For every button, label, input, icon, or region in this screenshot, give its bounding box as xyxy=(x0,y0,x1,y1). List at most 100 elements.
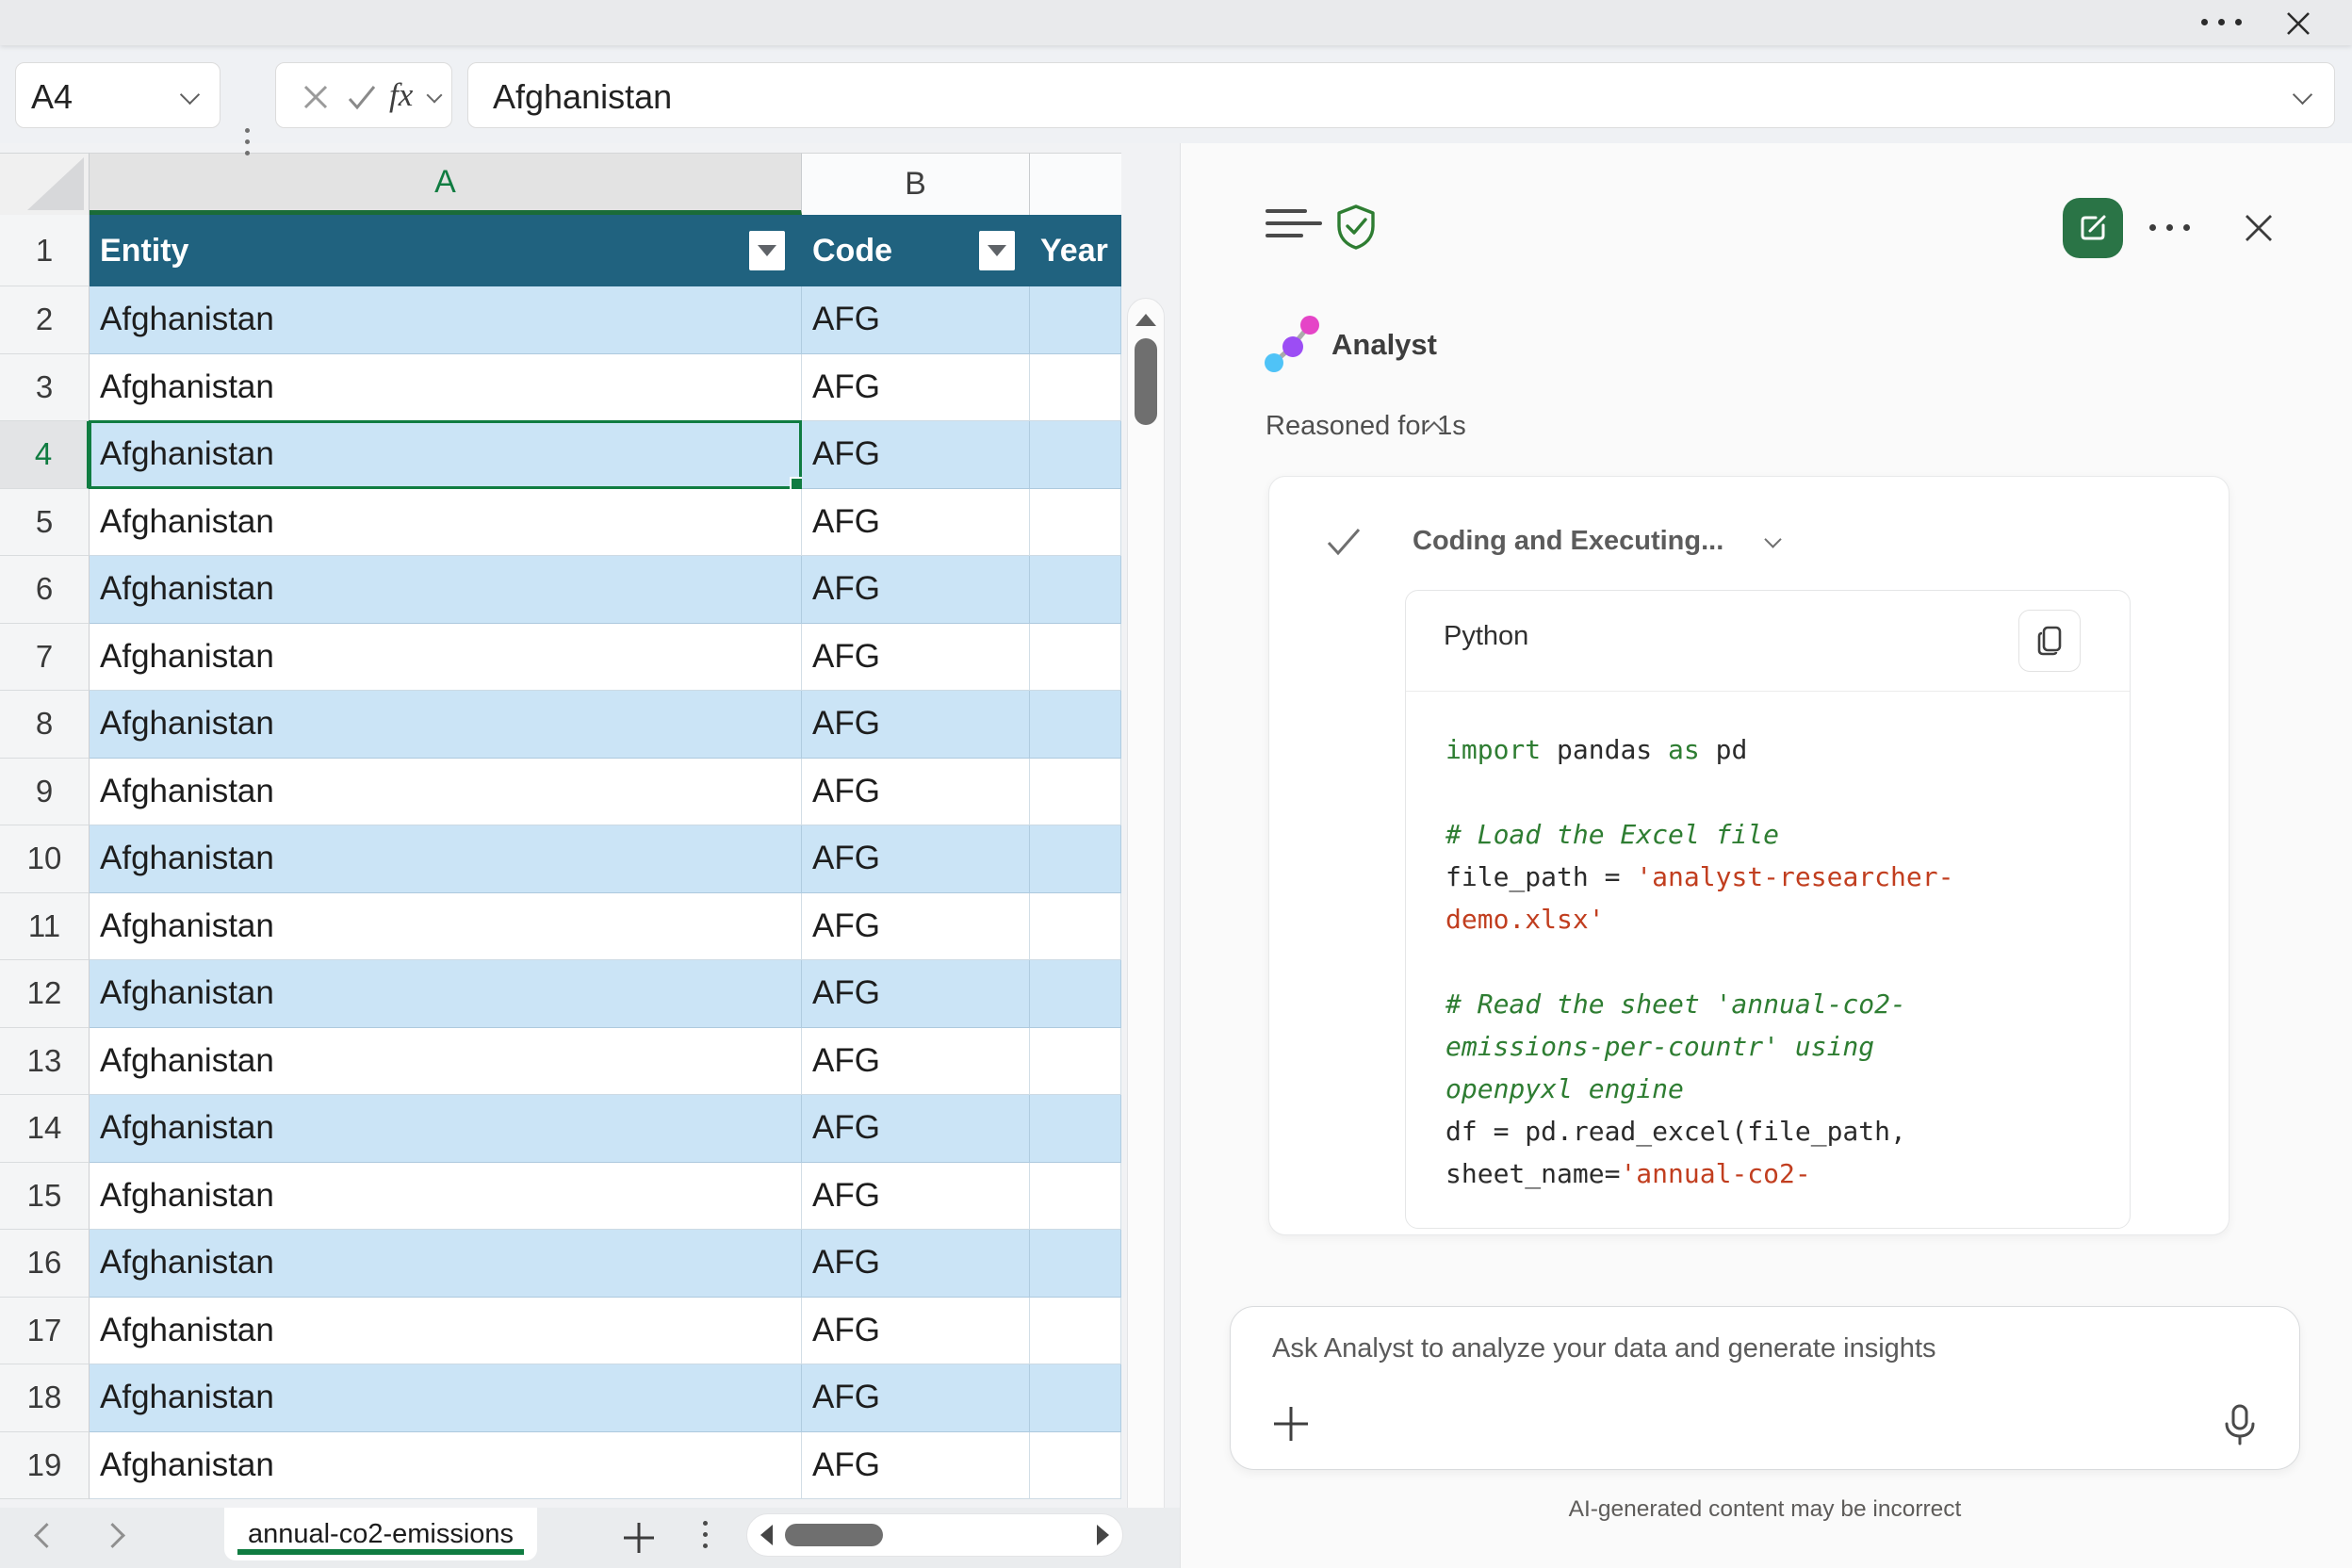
scroll-up-icon[interactable] xyxy=(1135,314,1156,326)
enter-check-icon[interactable] xyxy=(348,84,376,110)
row-header[interactable]: 1 xyxy=(0,215,90,286)
window-more-icon[interactable] xyxy=(2201,19,2242,25)
cell[interactable] xyxy=(1030,960,1121,1028)
panel-close-icon[interactable] xyxy=(2242,211,2276,245)
scroll-right-icon[interactable] xyxy=(1097,1525,1109,1545)
cell[interactable]: AFG xyxy=(802,1298,1030,1365)
formula-input[interactable]: Afghanistan xyxy=(467,62,2335,128)
row-header[interactable]: 17 xyxy=(0,1298,90,1365)
add-sheet-icon[interactable] xyxy=(620,1519,658,1557)
cell[interactable]: Afghanistan xyxy=(90,421,802,489)
cell[interactable]: Afghanistan xyxy=(90,1230,802,1298)
column-header-a[interactable]: A xyxy=(90,153,802,215)
copy-code-button[interactable] xyxy=(2018,610,2081,672)
formula-expand-chevron-icon[interactable] xyxy=(2293,85,2312,105)
cell[interactable]: AFG xyxy=(802,489,1030,557)
prev-sheet-chevron-icon[interactable] xyxy=(34,1523,59,1548)
filter-button[interactable] xyxy=(979,231,1015,270)
cell[interactable] xyxy=(1030,759,1121,826)
sheet-tab-active[interactable]: annual-co2-emissions xyxy=(224,1508,537,1560)
formula-bar-kebab-icon[interactable] xyxy=(245,128,250,155)
filter-button[interactable] xyxy=(749,231,785,270)
column-header-b[interactable]: B xyxy=(802,153,1030,215)
cell[interactable] xyxy=(1030,1163,1121,1231)
cell[interactable]: Afghanistan xyxy=(90,1298,802,1365)
header-cell-code[interactable]: Code xyxy=(802,215,1030,286)
cell[interactable]: Afghanistan xyxy=(90,556,802,624)
cell[interactable] xyxy=(1030,286,1121,354)
row-header[interactable]: 15 xyxy=(0,1163,90,1231)
row-header[interactable]: 10 xyxy=(0,825,90,893)
cell[interactable] xyxy=(1030,624,1121,692)
cell[interactable]: Afghanistan xyxy=(90,1095,802,1163)
cell[interactable]: Afghanistan xyxy=(90,825,802,893)
status-chevron-down-icon[interactable] xyxy=(1764,531,1781,547)
next-sheet-chevron-icon[interactable] xyxy=(100,1523,125,1548)
cell[interactable] xyxy=(1030,825,1121,893)
vertical-scrollbar[interactable] xyxy=(1127,298,1165,1508)
cell[interactable]: AFG xyxy=(802,1163,1030,1231)
cell[interactable] xyxy=(1030,1230,1121,1298)
cell[interactable]: AFG xyxy=(802,354,1030,422)
cell[interactable]: Afghanistan xyxy=(90,1432,802,1500)
row-header[interactable]: 8 xyxy=(0,691,90,759)
cell[interactable]: AFG xyxy=(802,691,1030,759)
column-header-c[interactable] xyxy=(1030,153,1121,215)
cell[interactable]: AFG xyxy=(802,1364,1030,1432)
row-header[interactable]: 2 xyxy=(0,286,90,354)
row-header[interactable]: 6 xyxy=(0,556,90,624)
row-header[interactable]: 19 xyxy=(0,1432,90,1500)
cell[interactable]: Afghanistan xyxy=(90,286,802,354)
sheet-options-kebab-icon[interactable] xyxy=(703,1521,708,1548)
cell[interactable]: Afghanistan xyxy=(90,1163,802,1231)
cell[interactable]: AFG xyxy=(802,556,1030,624)
scroll-left-icon[interactable] xyxy=(760,1525,773,1545)
cell[interactable]: Afghanistan xyxy=(90,1364,802,1432)
status-label[interactable]: Coding and Executing... xyxy=(1413,526,1723,557)
cell[interactable]: AFG xyxy=(802,825,1030,893)
new-chat-button[interactable] xyxy=(2063,198,2123,258)
cell[interactable]: Afghanistan xyxy=(90,489,802,557)
row-header[interactable]: 12 xyxy=(0,960,90,1028)
name-box-chevron-down-icon[interactable] xyxy=(180,85,200,105)
row-header[interactable]: 13 xyxy=(0,1028,90,1096)
fx-icon[interactable]: fx xyxy=(389,76,413,114)
mic-icon[interactable] xyxy=(2222,1403,2258,1446)
cell[interactable] xyxy=(1030,556,1121,624)
row-header[interactable]: 11 xyxy=(0,893,90,961)
cell[interactable]: AFG xyxy=(802,1230,1030,1298)
window-close-icon[interactable] xyxy=(2284,9,2312,38)
shield-check-icon[interactable] xyxy=(1335,204,1377,251)
cell[interactable] xyxy=(1030,1364,1121,1432)
cell[interactable]: AFG xyxy=(802,960,1030,1028)
chat-history-icon[interactable] xyxy=(1266,209,1322,246)
cell[interactable]: AFG xyxy=(802,893,1030,961)
cell[interactable] xyxy=(1030,691,1121,759)
panel-more-icon[interactable] xyxy=(2149,224,2190,231)
row-header[interactable]: 3 xyxy=(0,354,90,422)
header-cell-year[interactable]: Year xyxy=(1030,215,1121,286)
horizontal-scroll-thumb[interactable] xyxy=(785,1524,883,1546)
cell[interactable]: AFG xyxy=(802,1432,1030,1500)
cell[interactable]: Afghanistan xyxy=(90,691,802,759)
fx-chevron-down-icon[interactable] xyxy=(427,88,443,104)
cell[interactable] xyxy=(1030,421,1121,489)
attach-plus-icon[interactable] xyxy=(1270,1403,1312,1445)
cell[interactable] xyxy=(1030,354,1121,422)
cell[interactable] xyxy=(1030,489,1121,557)
row-header[interactable]: 9 xyxy=(0,759,90,826)
cell[interactable]: AFG xyxy=(802,1028,1030,1096)
cell[interactable]: Afghanistan xyxy=(90,893,802,961)
cell[interactable] xyxy=(1030,1432,1121,1500)
cell[interactable]: AFG xyxy=(802,624,1030,692)
name-box[interactable]: A4 xyxy=(15,62,220,128)
cell[interactable]: Afghanistan xyxy=(90,624,802,692)
header-cell-entity[interactable]: Entity xyxy=(90,215,802,286)
row-header[interactable]: 14 xyxy=(0,1095,90,1163)
cell[interactable]: Afghanistan xyxy=(90,759,802,826)
vertical-scroll-thumb[interactable] xyxy=(1135,338,1157,425)
cell[interactable] xyxy=(1030,893,1121,961)
cell[interactable]: AFG xyxy=(802,286,1030,354)
row-header[interactable]: 18 xyxy=(0,1364,90,1432)
select-all-corner[interactable] xyxy=(0,153,90,215)
